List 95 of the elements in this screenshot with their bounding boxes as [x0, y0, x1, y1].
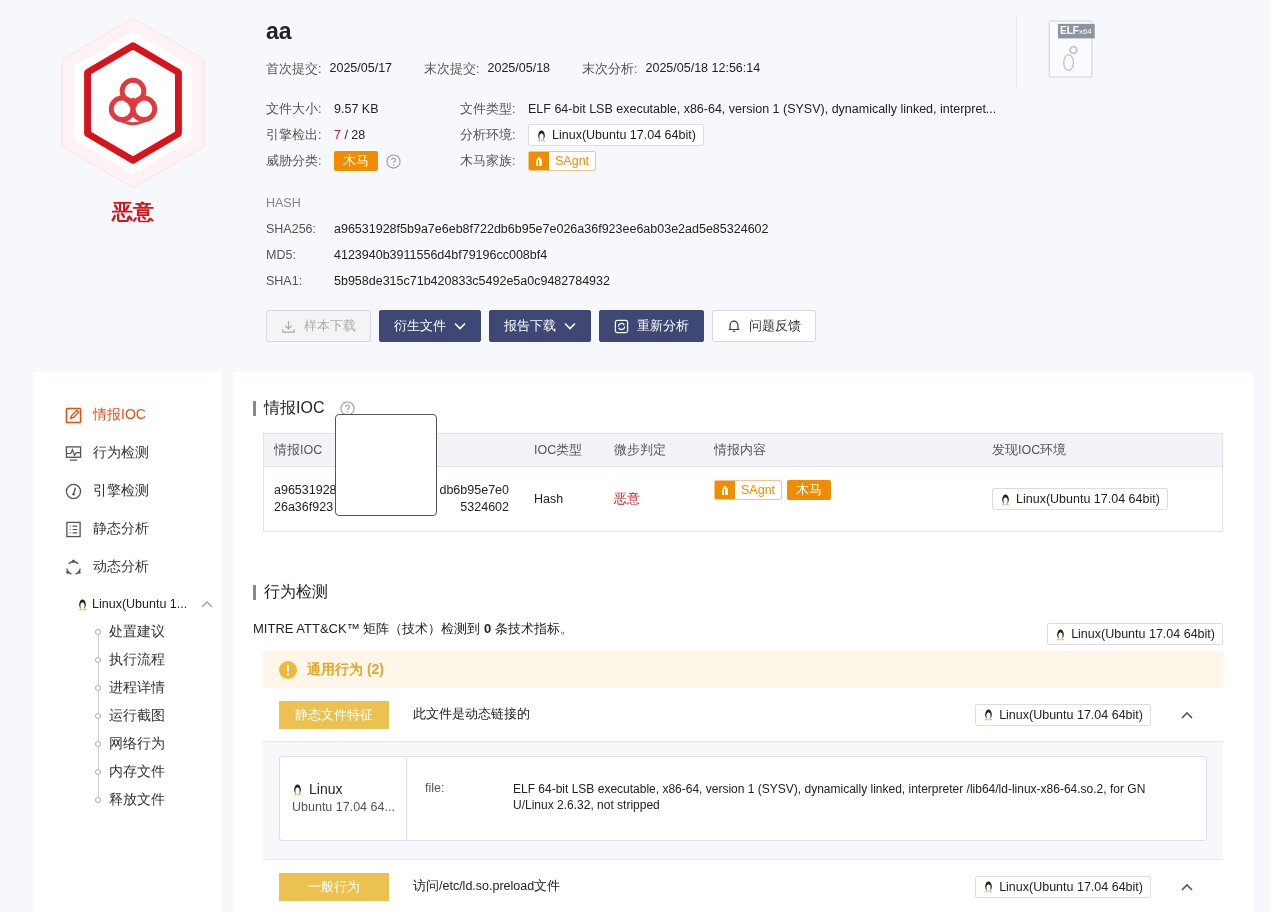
sidebar-item[interactable]: 静态分析: [33, 510, 222, 548]
field-label: 末次分析:: [582, 61, 638, 78]
penguin-icon: [1055, 627, 1067, 641]
sidebar-item[interactable]: 引擎检测: [33, 472, 222, 510]
detail-value: U/Linux 2.6.32, not stripped: [513, 797, 661, 813]
penguin-icon: [536, 128, 547, 142]
field-value: 2025/05/18: [487, 61, 551, 77]
penguin-icon: [1000, 492, 1011, 506]
submenu-item[interactable]: 处置建议: [95, 618, 165, 646]
field-value: 9.57 KB: [334, 102, 379, 116]
hash-value: a96531928f5b9a7e6eb8f722db6b95e7e026a36f923ee6ab03e2ad5e85324602: [334, 222, 769, 236]
field-label: MD5:: [266, 248, 297, 262]
environment-badge: Linux(Ubuntu 17.04 64bit): [975, 875, 1151, 898]
group-title: 通用行为 (2): [307, 660, 384, 679]
submenu-item[interactable]: 内存文件: [95, 758, 165, 786]
category-tag: 木马: [334, 151, 378, 171]
action-button[interactable]: 重新分析: [599, 310, 704, 342]
hash-value: 4123940b3911556d4bf79196cc008bf4: [334, 248, 548, 262]
help-icon[interactable]: [340, 401, 356, 416]
environment-badge: Linux(Ubuntu 17.04 64bit): [992, 488, 1168, 510]
field-label: SHA256:: [266, 222, 318, 236]
sidebar-item[interactable]: 情报IOC: [33, 396, 222, 434]
cycle-icon: [65, 558, 82, 576]
elf-file-icon: [1048, 20, 1095, 80]
submenu-item[interactable]: 执行流程: [95, 646, 165, 674]
family-tag: SAgnt: [714, 480, 783, 500]
column-header: IOC类型: [533, 441, 584, 459]
field-value: ELF 64-bit LSB executable, x86-64, version 1 (SYSV), dynamically linked, interpret...: [528, 102, 997, 116]
submenu-item[interactable]: 进程详情: [95, 674, 165, 702]
field-label: 文件类型:: [460, 100, 517, 118]
field-label: 引擎检出:: [266, 126, 323, 144]
bell-icon: [727, 319, 741, 333]
field-label: 文件大小:: [266, 100, 323, 118]
download-icon: [281, 318, 296, 334]
field-label: 木马家族:: [460, 152, 517, 170]
field-label: SHA1:: [266, 274, 304, 288]
edit-icon: [65, 406, 82, 424]
detail-value: ELF 64-bit LSB executable, x86-64, version 1 (SYSV), dynamically linked, interpreter /lib64/ld-linux-x86-64.so.2, for GN: [513, 781, 1146, 797]
action-button[interactable]: 报告下载: [489, 310, 591, 342]
section-title: 行为检测: [264, 582, 328, 602]
monitor-icon: [65, 444, 82, 462]
column-header: 发现IOC环境: [991, 441, 1068, 459]
penguin-icon: [292, 782, 303, 796]
table-cell: db6b95e7e0: [439, 482, 509, 499]
summary-text: MITRE ATT&CK™ 矩阵（技术）检测到 0 条技术指标。: [253, 620, 573, 638]
action-button[interactable]: 衍生文件: [379, 310, 481, 342]
behavior-description: 访问/etc/ld.so.preload文件: [413, 878, 562, 895]
table-cell: 5324602: [460, 499, 509, 516]
field-value: 2025/05/18 12:56:14: [645, 61, 761, 77]
column-header: 情报内容: [713, 441, 767, 459]
field-label: 首次提交:: [266, 61, 322, 78]
penguin-icon: [983, 708, 995, 721]
field-label: 分析环境:: [460, 126, 517, 144]
environment-badge: Linux(Ubuntu 17.04 64bit): [528, 124, 704, 146]
environment-badge: Linux(Ubuntu 17.04 64bit): [1047, 623, 1223, 645]
collapse-icon[interactable]: [1181, 710, 1193, 719]
penguin-icon: [77, 597, 88, 611]
verdict-cell-text: 恶意: [613, 490, 641, 508]
submenu-item[interactable]: 网络行为: [95, 730, 165, 758]
file-name: aa: [266, 18, 293, 46]
submenu-item[interactable]: 释放文件: [95, 786, 165, 814]
os-name: Linux: [309, 781, 343, 797]
table-cell: 26a36f923: [274, 499, 334, 516]
field-value: 2025/05/17: [329, 61, 393, 77]
behavior-description: 此文件是动态链接的: [413, 706, 531, 723]
gauge-icon: [65, 482, 82, 500]
environment-badge: Linux(Ubuntu 17.04 64bit): [975, 703, 1151, 726]
action-button[interactable]: 问题反馈: [712, 310, 816, 342]
verdict-label: 恶意: [112, 199, 154, 225]
refresh-icon: [614, 318, 629, 334]
field-label: 威胁分类:: [266, 152, 323, 170]
field-label: 末次提交:: [424, 61, 480, 78]
detection-ratio: 7 / 28: [334, 128, 366, 142]
column-header: 微步判定: [613, 441, 667, 459]
behavior-tag: 一般行为: [279, 872, 389, 901]
column-header: 情报IOC: [273, 441, 324, 459]
collapse-icon[interactable]: [1181, 882, 1193, 891]
detail-key: file:: [425, 781, 513, 840]
section-title: 情报IOC: [264, 398, 325, 418]
submenu-item[interactable]: 运行截图: [95, 702, 165, 730]
section-label: HASH: [266, 195, 302, 212]
os-version: Ubuntu 17.04 64...: [292, 800, 396, 814]
list-icon: [65, 520, 82, 538]
hash-value: 5b958de315c71b420833c5492e5a0c9482784932: [334, 274, 610, 288]
file-type-label: ELFx64: [1060, 25, 1092, 38]
penguin-icon: [983, 880, 995, 893]
family-tag: SAgnt: [528, 151, 597, 171]
sidebar-item[interactable]: 动态分析: [33, 548, 222, 586]
environment-menu-item[interactable]: Linux(Ubuntu 1...: [33, 590, 222, 618]
table-cell: a96531928: [274, 482, 337, 499]
warning-icon: [279, 660, 297, 679]
sidebar-item[interactable]: 行为检测: [33, 434, 222, 472]
category-tag: 木马: [787, 480, 832, 500]
table-cell-text: Hash: [533, 492, 565, 506]
behavior-tag: 静态文件特征: [279, 700, 389, 729]
